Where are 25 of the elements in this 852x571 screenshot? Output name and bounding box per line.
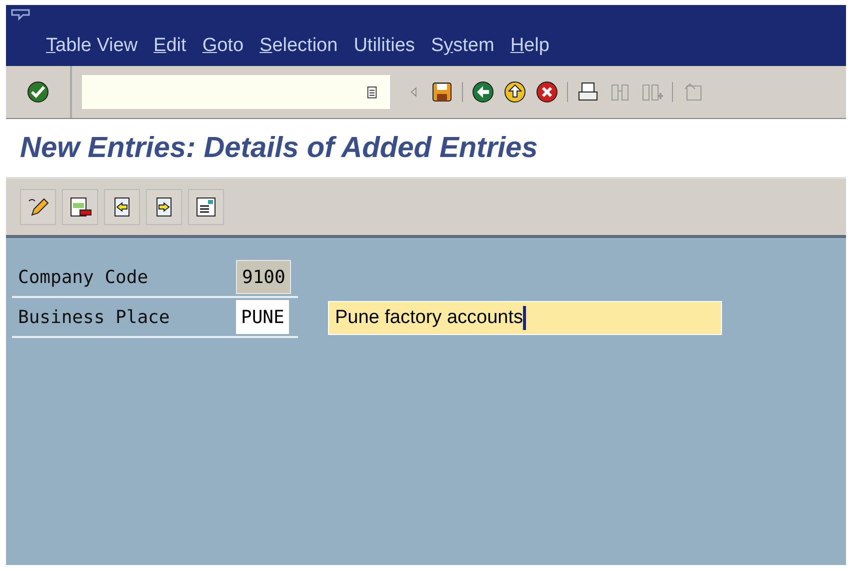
cancel-icon[interactable] [535, 80, 559, 104]
field-label: Business Place [17, 306, 171, 328]
description-field[interactable]: Pune factory accounts [328, 301, 722, 335]
up-icon[interactable] [503, 80, 527, 104]
field-label: Company Code [17, 266, 150, 288]
toolbar-button[interactable] [20, 189, 56, 225]
menu-item[interactable]: Utilities [354, 35, 415, 57]
menu-item[interactable]: Table View [46, 35, 138, 57]
menu-item[interactable]: Selection [260, 35, 338, 57]
menu-item[interactable]: System [430, 35, 494, 57]
command-field[interactable] [82, 75, 390, 109]
screen-title: New Entries: Details of Added Entries [20, 132, 538, 164]
toolbar-button[interactable] [146, 189, 182, 225]
menu-item[interactable]: Goto [202, 35, 244, 57]
document-icon[interactable] [194, 195, 218, 219]
menu-item[interactable]: Edit [154, 35, 186, 57]
menu-item[interactable]: Help [510, 35, 550, 57]
toolbar-button[interactable] [188, 189, 224, 225]
save-icon[interactable] [430, 80, 454, 104]
input-field[interactable]: PUNE [236, 300, 290, 334]
toolbar-button[interactable] [62, 189, 98, 225]
enter-icon[interactable] [26, 80, 50, 104]
delete-row-icon[interactable] [68, 195, 92, 219]
back-icon[interactable] [471, 80, 495, 104]
toolbar-button[interactable] [104, 189, 140, 225]
